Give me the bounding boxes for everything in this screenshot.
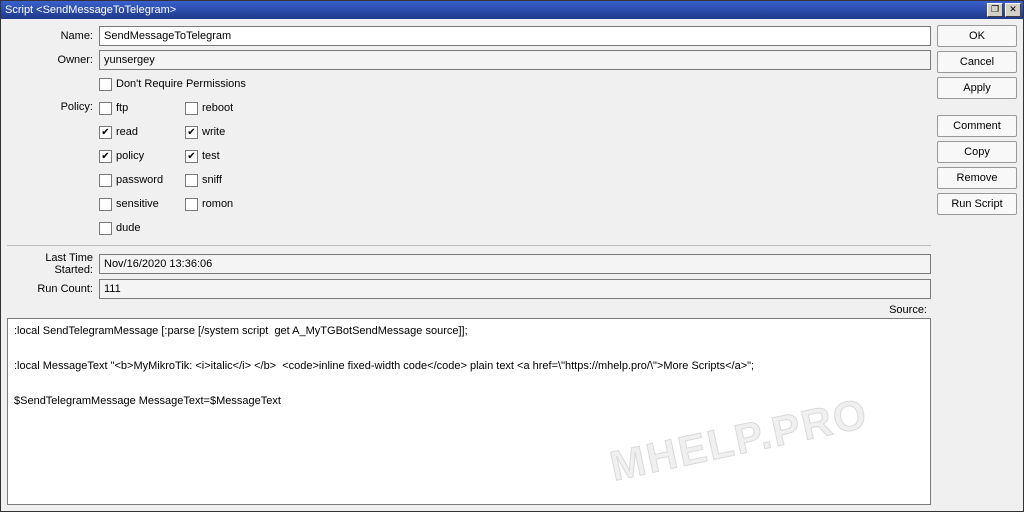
source-editor[interactable]: MHELP.PRO :local SendTelegramMessage [:p… bbox=[7, 318, 931, 505]
run-count-value bbox=[99, 279, 931, 299]
run-count-label: Run Count: bbox=[7, 283, 99, 295]
close-button[interactable]: ✕ bbox=[1005, 3, 1021, 17]
policy-label: Policy: bbox=[7, 97, 99, 113]
source-text[interactable]: :local SendTelegramMessage [:parse [/sys… bbox=[8, 319, 930, 415]
policy-grid: ftp reboot ✔read ✔write ✔policy ✔test pa… bbox=[99, 97, 265, 239]
source-label: Source: bbox=[7, 304, 931, 316]
script-window: Script <SendMessageToTelegram> ❐ ✕ Name:… bbox=[0, 0, 1024, 512]
owner-input bbox=[99, 50, 931, 70]
remove-button[interactable]: Remove bbox=[937, 167, 1017, 189]
dont-require-row[interactable]: Don't Require Permissions bbox=[99, 73, 246, 95]
policy-reboot[interactable]: reboot bbox=[185, 97, 265, 119]
cancel-button[interactable]: Cancel bbox=[937, 51, 1017, 73]
owner-label: Owner: bbox=[7, 54, 99, 66]
restore-button[interactable]: ❐ bbox=[987, 3, 1003, 17]
content: Name: Owner: Don't Require Permissions P… bbox=[1, 19, 1023, 511]
window-title: Script <SendMessageToTelegram> bbox=[5, 4, 176, 16]
name-label: Name: bbox=[7, 30, 99, 42]
separator bbox=[7, 245, 931, 246]
policy-dude[interactable]: dude bbox=[99, 217, 179, 239]
policy-sensitive[interactable]: sensitive bbox=[99, 193, 179, 215]
dont-require-checkbox[interactable] bbox=[99, 78, 112, 91]
policy-ftp[interactable]: ftp bbox=[99, 97, 179, 119]
titlebar-buttons: ❐ ✕ bbox=[987, 3, 1021, 17]
ok-button[interactable]: OK bbox=[937, 25, 1017, 47]
policy-sniff[interactable]: sniff bbox=[185, 169, 265, 191]
last-time-value bbox=[99, 254, 931, 274]
run-script-button[interactable]: Run Script bbox=[937, 193, 1017, 215]
form-area: Name: Owner: Don't Require Permissions P… bbox=[7, 25, 931, 505]
policy-romon[interactable]: romon bbox=[185, 193, 265, 215]
policy-test[interactable]: ✔test bbox=[185, 145, 265, 167]
button-column: OK Cancel Apply Comment Copy Remove Run … bbox=[937, 25, 1017, 505]
dont-require-label: Don't Require Permissions bbox=[116, 78, 246, 90]
policy-write[interactable]: ✔write bbox=[185, 121, 265, 143]
policy-password[interactable]: password bbox=[99, 169, 179, 191]
last-time-label: Last Time Started: bbox=[7, 252, 99, 276]
titlebar: Script <SendMessageToTelegram> ❐ ✕ bbox=[1, 1, 1023, 19]
apply-button[interactable]: Apply bbox=[937, 77, 1017, 99]
policy-read[interactable]: ✔read bbox=[99, 121, 179, 143]
copy-button[interactable]: Copy bbox=[937, 141, 1017, 163]
policy-policy[interactable]: ✔policy bbox=[99, 145, 179, 167]
name-input[interactable] bbox=[99, 26, 931, 46]
comment-button[interactable]: Comment bbox=[937, 115, 1017, 137]
